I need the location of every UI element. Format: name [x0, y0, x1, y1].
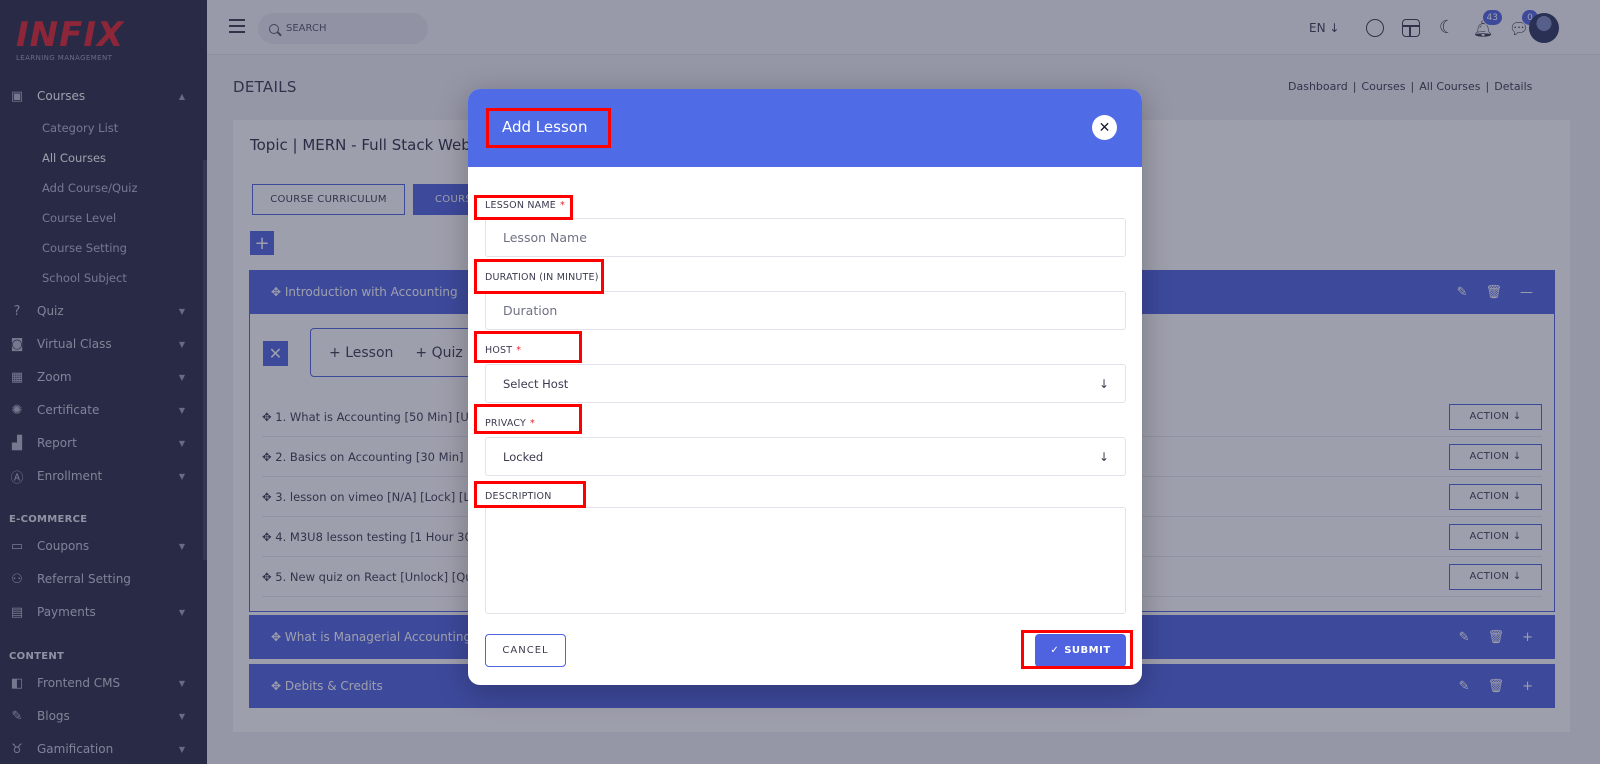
modal-header: Add Lesson ✕ [468, 89, 1142, 167]
lesson-name-input[interactable]: Lesson Name [485, 218, 1126, 257]
privacy-label: PRIVACY * [485, 418, 535, 429]
host-select[interactable]: Select Host ↓ [485, 364, 1126, 403]
close-icon[interactable]: ✕ [1092, 115, 1117, 140]
label-text: PRIVACY [485, 418, 527, 429]
selected-value: Locked [503, 449, 544, 464]
placeholder-text: Duration [503, 303, 558, 318]
check-icon: ✓ [1050, 645, 1060, 656]
duration-input[interactable]: Duration [485, 291, 1126, 330]
required-mark: * [516, 345, 522, 356]
host-label: HOST * [485, 345, 521, 356]
placeholder-text: Lesson Name [503, 230, 587, 245]
cancel-button[interactable]: CANCEL [485, 634, 566, 667]
duration-label: DURATION (IN MINUTE) [485, 272, 599, 283]
required-mark: * [559, 200, 565, 211]
label-text: HOST [485, 345, 513, 356]
description-label: DESCRIPTION [485, 491, 552, 502]
selected-value: Select Host [503, 376, 569, 391]
modal-title: Add Lesson [502, 118, 588, 136]
privacy-select[interactable]: Locked ↓ [485, 437, 1126, 476]
arrow-down-icon: ↓ [1098, 376, 1109, 391]
submit-button[interactable]: ✓ SUBMIT [1035, 634, 1126, 667]
lesson-name-label: LESSON NAME * [485, 200, 565, 211]
description-editor[interactable] [485, 507, 1126, 614]
arrow-down-icon: ↓ [1098, 449, 1109, 464]
required-mark: * [530, 418, 535, 429]
label-text: LESSON NAME [485, 200, 556, 211]
add-lesson-modal: Add Lesson ✕ LESSON NAME * Lesson Name DU… [468, 89, 1142, 685]
submit-label: SUBMIT [1064, 645, 1111, 656]
